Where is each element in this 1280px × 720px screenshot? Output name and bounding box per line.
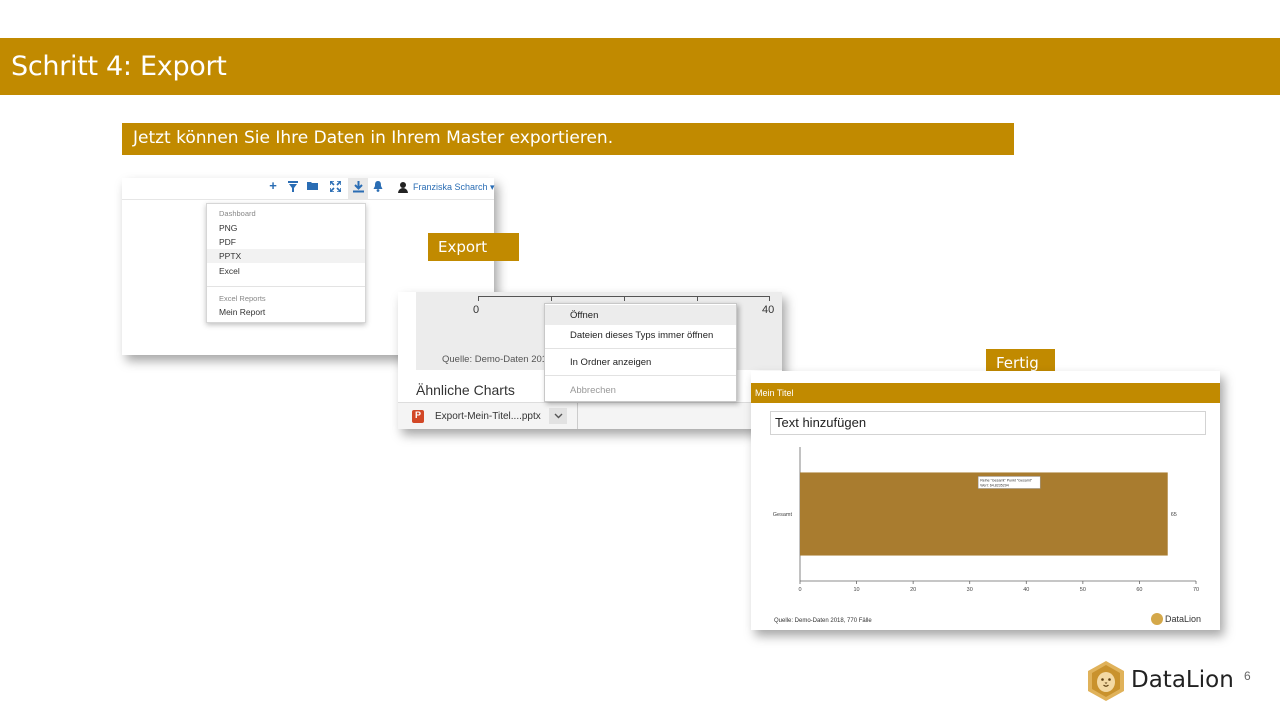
menu-divider [207, 286, 365, 287]
result-slide-title: Mein Titel [751, 383, 1220, 403]
tooltip-line: Wert: 64,8235294 [980, 483, 1009, 487]
axis-tick [551, 296, 552, 301]
user-icon[interactable] [396, 181, 410, 195]
axis-tick-label: 0 [473, 304, 480, 316]
menu-item-excel[interactable]: Excel [207, 264, 365, 278]
browser-download-screenshot: 0 40 Quelle: Demo-Daten 2018, n= Ähnlich… [398, 292, 782, 429]
tooltip-line: Reihe "Gesamt" Punkt "Gesamt" [980, 478, 1033, 482]
context-item-cancel[interactable]: Abbrechen [545, 380, 736, 400]
expand-icon[interactable] [328, 180, 342, 196]
result-bar-chart: 0 10 20 30 40 50 60 70 Gesamt 65 Reihe "Gesamt" Pu… [773, 447, 1199, 593]
lion-logo-icon [1151, 613, 1163, 625]
bell-icon[interactable] [371, 181, 385, 196]
filter-icon[interactable] [286, 181, 300, 196]
download-bar: Export-Mein-Titel....pptx [398, 402, 782, 429]
context-item-open[interactable]: Öffnen [545, 305, 736, 325]
result-slide-screenshot: Mein Titel Text hinzufügen 0 10 20 30 40 50 60… [751, 371, 1220, 630]
menu-item-mein-report[interactable]: Mein Report [207, 305, 365, 319]
logo-text: DataLion [1131, 667, 1234, 693]
slide-title-bar: Schritt 4: Export [0, 38, 1280, 95]
plus-icon[interactable]: + [266, 179, 280, 193]
menu-item-pdf[interactable]: PDF [207, 235, 365, 249]
context-divider [545, 348, 736, 349]
export-dropdown-menu: Dashboard PNG PDF PPTX Excel Excel Repor… [206, 203, 366, 323]
context-item-always-open[interactable]: Dateien dieses Typs immer öffnen [545, 325, 736, 345]
result-source: Quelle: Demo-Daten 2018, 770 Fälle [774, 618, 872, 624]
x-tick-label: 70 [1193, 587, 1199, 593]
download-file-name[interactable]: Export-Mein-Titel....pptx [435, 411, 541, 422]
slide-subtitle: Jetzt können Sie Ihre Daten in Ihrem Mas… [122, 123, 1014, 155]
menu-section-dashboard: Dashboard [219, 209, 256, 218]
download-icon[interactable] [351, 181, 365, 197]
export-label: Export [428, 233, 519, 261]
category-label: Gesamt [773, 512, 793, 518]
axis-tick [478, 296, 479, 301]
result-text-box[interactable]: Text hinzufügen [770, 411, 1206, 435]
download-context-menu: Öffnen Dateien dieses Typs immer öffnen … [544, 303, 737, 402]
menu-item-png[interactable]: PNG [207, 221, 365, 235]
axis-tick-label: 40 [762, 304, 775, 316]
x-tick-label: 40 [1023, 587, 1029, 593]
x-tick-label: 10 [854, 587, 860, 593]
result-logo-text: DataLion [1165, 614, 1202, 624]
page-number: 6 [1244, 669, 1251, 683]
dashboard-toolbar: + Franziska Scharch ▾ [122, 178, 495, 200]
chevron-down-icon[interactable] [549, 408, 567, 424]
menu-item-pptx[interactable]: PPTX [207, 249, 365, 263]
x-tick-label: 0 [798, 587, 801, 593]
data-label: 65 [1171, 512, 1177, 518]
user-menu[interactable]: Franziska Scharch ▾ [413, 182, 495, 193]
x-tick-label: 60 [1136, 587, 1142, 593]
result-logo: DataLion [1151, 613, 1211, 627]
menu-section-excel-reports: Excel Reports [219, 294, 266, 303]
x-tick-label: 20 [910, 587, 916, 593]
slide-title: Schritt 4: Export [11, 51, 227, 82]
lion-logo-icon [1088, 661, 1124, 701]
axis-tick [624, 296, 625, 301]
download-bar-separator [577, 403, 578, 429]
folder-icon[interactable] [306, 181, 320, 195]
x-tick-label: 30 [967, 587, 973, 593]
context-divider [545, 375, 736, 376]
axis-tick [697, 296, 698, 301]
context-item-show-in-folder[interactable]: In Ordner anzeigen [545, 352, 736, 372]
similar-charts-heading: Ähnliche Charts [416, 382, 515, 398]
powerpoint-file-icon [412, 410, 424, 423]
datalion-logo: DataLion [1085, 660, 1245, 704]
axis-tick [769, 296, 770, 301]
x-tick-label: 50 [1080, 587, 1086, 593]
